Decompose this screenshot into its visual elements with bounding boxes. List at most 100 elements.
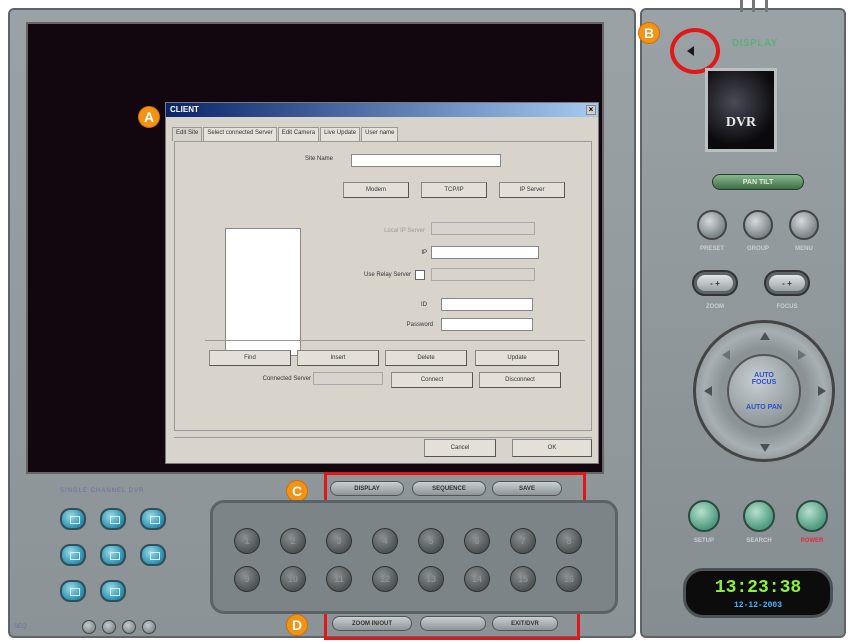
dialog-tabs: Edit Site Select connected Server Edit C… bbox=[172, 127, 399, 141]
ip-label: IP bbox=[421, 250, 427, 256]
channel-button-6[interactable]: 6 bbox=[464, 528, 490, 554]
password-label: Password bbox=[406, 322, 433, 328]
tab-edit-camera[interactable]: Edit Camera bbox=[277, 127, 320, 141]
site-name-field[interactable] bbox=[351, 154, 501, 167]
layout-1x1-button[interactable] bbox=[60, 508, 86, 530]
modem-button[interactable]: Modem bbox=[343, 182, 409, 198]
marker-c: C bbox=[286, 480, 308, 502]
layout-title: SINGLE CHANNEL DVR bbox=[60, 488, 145, 494]
ptz-upleft-icon[interactable] bbox=[722, 350, 730, 360]
relay-server-label: Use Relay Server bbox=[363, 272, 411, 278]
channel-button-15[interactable]: 15 bbox=[510, 566, 536, 592]
channel-button-1[interactable]: 1 bbox=[234, 528, 260, 554]
ptz-down-icon[interactable] bbox=[760, 444, 770, 452]
seq-button-2[interactable] bbox=[102, 620, 116, 634]
site-list[interactable] bbox=[225, 228, 301, 356]
tcpip-button[interactable]: TCP/IP bbox=[421, 182, 487, 198]
layout-pip-button[interactable] bbox=[60, 580, 86, 602]
password-field[interactable] bbox=[441, 318, 533, 331]
relay-server-field bbox=[431, 268, 535, 281]
group-label: GROUP bbox=[746, 246, 769, 252]
marker-a: A bbox=[138, 106, 160, 128]
channel-button-12[interactable]: 12 bbox=[372, 566, 398, 592]
channel-button-2[interactable]: 2 bbox=[280, 528, 306, 554]
exit-dvr-button[interactable]: EXIT/DVR bbox=[492, 616, 558, 631]
zoom-in-out-button[interactable]: ZOOM IN/OUT bbox=[332, 616, 412, 631]
dialog-titlebar[interactable]: CLIENT × bbox=[166, 103, 598, 117]
channel-button-8[interactable]: 8 bbox=[556, 528, 582, 554]
pan-tilt-button[interactable]: PAN TILT bbox=[712, 174, 804, 190]
channel-button-3[interactable]: 3 bbox=[326, 528, 352, 554]
channel-button-4[interactable]: 4 bbox=[372, 528, 398, 554]
preset-button[interactable] bbox=[697, 210, 727, 240]
layout-2x2-button[interactable] bbox=[100, 508, 126, 530]
search-button[interactable] bbox=[743, 500, 775, 532]
seq-button-3[interactable] bbox=[122, 620, 136, 634]
channel-button-13[interactable]: 13 bbox=[418, 566, 444, 592]
id-label: ID bbox=[421, 302, 427, 308]
layout-4x4-button[interactable] bbox=[60, 544, 86, 566]
layout-full-button[interactable] bbox=[100, 580, 126, 602]
id-field[interactable] bbox=[441, 298, 533, 311]
ptz-right-icon[interactable] bbox=[818, 386, 826, 396]
layout-1p5-button[interactable] bbox=[100, 544, 126, 566]
connected-server-field bbox=[313, 372, 383, 385]
ip-field[interactable] bbox=[431, 246, 539, 259]
find-button[interactable]: Find bbox=[209, 350, 291, 366]
cancel-button[interactable]: Cancel bbox=[424, 439, 496, 457]
tab-live-update[interactable]: Live Update bbox=[320, 127, 361, 141]
ptz-up-icon[interactable] bbox=[760, 332, 770, 340]
tab-user-name[interactable]: User name bbox=[361, 127, 399, 141]
update-button[interactable]: Update bbox=[475, 350, 559, 366]
close-icon[interactable]: × bbox=[586, 105, 596, 115]
setup-button[interactable] bbox=[688, 500, 720, 532]
ptz-center[interactable] bbox=[727, 354, 801, 428]
sequence-button[interactable]: SEQUENCE bbox=[412, 481, 486, 496]
connect-button[interactable]: Connect bbox=[391, 372, 473, 388]
ptz-upright-icon[interactable] bbox=[798, 350, 806, 360]
delete-button[interactable]: Delete bbox=[385, 350, 467, 366]
power-button[interactable] bbox=[796, 500, 828, 532]
auto-focus-label[interactable]: AUTO FOCUS bbox=[744, 372, 784, 386]
local-ip-server-field bbox=[431, 222, 535, 235]
channel-button-10[interactable]: 10 bbox=[280, 566, 306, 592]
channel-button-5[interactable]: 5 bbox=[418, 528, 444, 554]
display-button[interactable]: DISPLAY bbox=[330, 481, 404, 496]
search-label: SEARCH bbox=[746, 538, 772, 544]
auto-pan-label[interactable]: AUTO PAN bbox=[744, 404, 784, 411]
group-button[interactable] bbox=[743, 210, 773, 240]
seq-button-4[interactable] bbox=[142, 620, 156, 634]
menu-label: MENU bbox=[795, 246, 813, 252]
ok-button[interactable]: OK bbox=[512, 439, 592, 457]
site-name-label: Site Name bbox=[304, 156, 333, 162]
channel-button-16[interactable]: 16 bbox=[556, 566, 582, 592]
save-button[interactable]: SAVE bbox=[492, 481, 562, 496]
relay-server-checkbox[interactable] bbox=[415, 270, 425, 280]
clock-date: 12-12-2003 bbox=[733, 601, 782, 610]
middle-button[interactable] bbox=[420, 616, 486, 631]
local-ip-server-label: Local IP Server bbox=[384, 228, 425, 234]
focus-label: FOCUS bbox=[776, 304, 798, 310]
channel-button-14[interactable]: 14 bbox=[464, 566, 490, 592]
tab-edit-site[interactable]: Edit Site bbox=[172, 127, 203, 141]
back-arrow-icon[interactable] bbox=[687, 46, 694, 56]
channel-button-9[interactable]: 9 bbox=[234, 566, 260, 592]
top-handle bbox=[740, 0, 768, 12]
zoom-label: ZOOM bbox=[706, 304, 724, 310]
menu-button[interactable] bbox=[789, 210, 819, 240]
tab-select-connected-server[interactable]: Select connected Server bbox=[203, 127, 277, 141]
power-label: POWER bbox=[800, 538, 824, 544]
layout-3x3-button[interactable] bbox=[140, 508, 166, 530]
channel-button-11[interactable]: 11 bbox=[326, 566, 352, 592]
zoom-control[interactable]: - + bbox=[692, 270, 738, 296]
tab-body: Site Name Modem TCP/IP IP Server Local I… bbox=[174, 141, 592, 431]
ptz-left-icon[interactable] bbox=[704, 386, 712, 396]
insert-button[interactable]: Insert bbox=[297, 350, 379, 366]
separator bbox=[205, 340, 585, 341]
layout-1p7-button[interactable] bbox=[140, 544, 166, 566]
ip-server-button[interactable]: IP Server bbox=[499, 182, 565, 198]
disconnect-button[interactable]: Disconnect bbox=[479, 372, 561, 388]
focus-control[interactable]: - + bbox=[764, 270, 810, 296]
seq-button-1[interactable] bbox=[82, 620, 96, 634]
channel-button-7[interactable]: 7 bbox=[510, 528, 536, 554]
